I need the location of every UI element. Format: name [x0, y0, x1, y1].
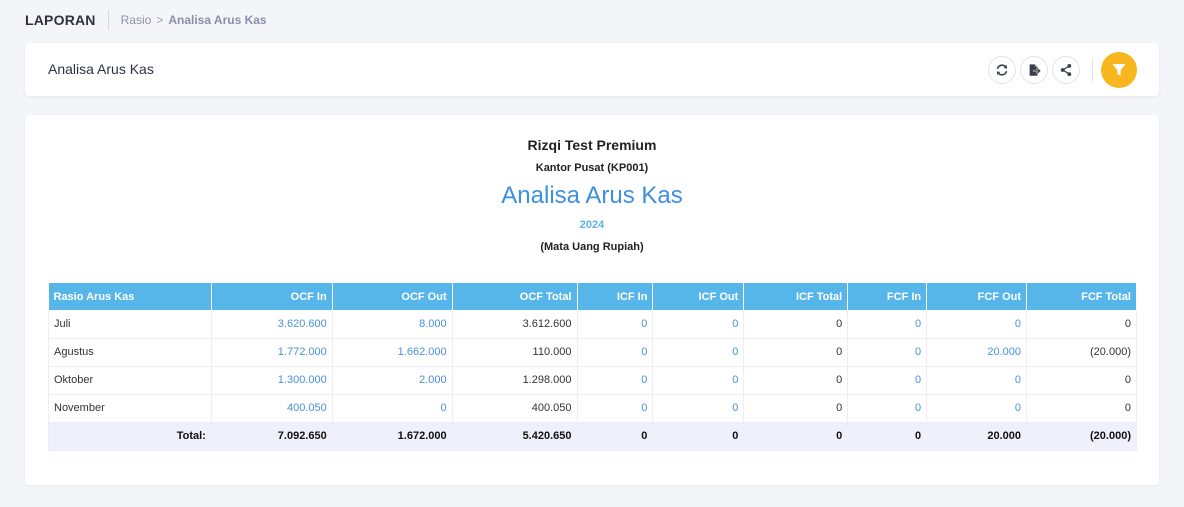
export-button[interactable] [1020, 56, 1048, 84]
report-title: Analisa Arus Kas [501, 182, 683, 209]
cell-link[interactable]: 3.620.600 [211, 310, 333, 339]
cell-link[interactable]: 0 [652, 394, 745, 423]
total-value: 0 [743, 422, 849, 451]
cell-link[interactable]: 0 [926, 394, 1028, 423]
table-row: Oktober 1.300.000 2.000 1.298.000 0 0 0 0 0 0 [48, 366, 1137, 395]
cell-value: 0 [1026, 310, 1137, 339]
column-header: ICF Out [652, 283, 745, 310]
header-card: Analisa Arus Kas [25, 43, 1159, 96]
cell-link[interactable]: 0 [926, 366, 1028, 395]
section-title: LAPORAN [25, 12, 96, 28]
cell-value: 3.612.600 [452, 310, 578, 339]
report-currency: (Mata Uang Rupiah) [540, 241, 644, 253]
cell-value: (20.000) [1026, 338, 1137, 367]
breadcrumb-separator: > [156, 13, 164, 27]
refresh-button[interactable] [988, 56, 1016, 84]
cell-link[interactable]: 0 [652, 366, 745, 395]
filter-icon [1112, 64, 1126, 76]
row-label: November [48, 394, 212, 423]
cell-link[interactable]: 1.300.000 [211, 366, 333, 395]
column-header: ICF Total [743, 283, 849, 310]
cell-link[interactable]: 1.662.000 [332, 338, 453, 367]
row-label: Agustus [48, 338, 212, 367]
total-label: Total: [48, 422, 212, 451]
page-title: Analisa Arus Kas [48, 61, 154, 77]
cell-link[interactable]: 0 [926, 310, 1028, 339]
column-header: FCF Total [1026, 283, 1137, 310]
column-header: FCF In [847, 283, 928, 310]
cell-link[interactable]: 0 [652, 310, 745, 339]
cell-value: 0 [743, 394, 849, 423]
cell-link[interactable]: 0 [332, 394, 453, 423]
cell-link[interactable]: 0 [847, 310, 928, 339]
topbar-divider [107, 10, 109, 30]
cell-link[interactable]: 0 [577, 366, 654, 395]
total-value: 0 [847, 422, 928, 451]
cell-link[interactable]: 8.000 [332, 310, 453, 339]
cell-value: 400.050 [452, 394, 578, 423]
total-value: 7.092.650 [211, 422, 333, 451]
total-value: 1.672.000 [332, 422, 453, 451]
total-value: 0 [577, 422, 654, 451]
column-header: FCF Out [926, 283, 1028, 310]
cell-link[interactable]: 2.000 [332, 366, 453, 395]
table-body: Juli 3.620.600 8.000 3.612.600 0 0 0 0 0 0 Agustus… [48, 310, 1137, 451]
cell-value: 1.298.000 [452, 366, 578, 395]
cell-link[interactable]: 400.050 [211, 394, 333, 423]
table-row: Agustus 1.772.000 1.662.000 110.000 0 0 0 0 20.0… [48, 338, 1137, 367]
cell-value: 0 [1026, 366, 1137, 395]
total-value: 0 [652, 422, 745, 451]
header-actions [984, 52, 1137, 88]
refresh-icon [996, 64, 1008, 76]
breadcrumb: Rasio > Analisa Arus Kas [121, 13, 267, 27]
column-header: OCF Total [452, 283, 578, 310]
column-header: OCF Out [332, 283, 453, 310]
actions-divider [1092, 58, 1093, 82]
cell-link[interactable]: 0 [847, 394, 928, 423]
table-row: Juli 3.620.600 8.000 3.612.600 0 0 0 0 0 0 [48, 310, 1137, 339]
cell-link[interactable]: 0 [652, 338, 745, 367]
cell-link[interactable]: 0 [577, 394, 654, 423]
table-header-row: Rasio Arus Kas OCF In OCF Out OCF Total ICF … [48, 283, 1137, 310]
report-card: Rizqi Test Premium Kantor Pusat (KP001) … [25, 115, 1159, 485]
total-row: Total: 7.092.650 1.672.000 5.420.650 0 0 0 0 20.… [48, 422, 1137, 451]
row-label: Oktober [48, 366, 212, 395]
row-label: Juli [48, 310, 212, 339]
share-icon [1060, 63, 1072, 77]
export-icon [1029, 64, 1041, 76]
cell-link[interactable]: 0 [577, 338, 654, 367]
report-year: 2024 [579, 219, 605, 231]
cell-value: 110.000 [452, 338, 578, 367]
share-button[interactable] [1052, 56, 1080, 84]
cell-link[interactable]: 20.000 [926, 338, 1028, 367]
cell-link[interactable]: 0 [847, 366, 928, 395]
cell-value: 0 [743, 338, 849, 367]
cell-value: 0 [743, 366, 849, 395]
company-name: Rizqi Test Premium [527, 137, 657, 153]
total-value: (20.000) [1026, 422, 1137, 451]
total-value: 20.000 [926, 422, 1028, 451]
cash-flow-table: Rasio Arus Kas OCF In OCF Out OCF Total ICF … [48, 283, 1137, 451]
column-header: ICF In [577, 283, 654, 310]
cell-link[interactable]: 0 [577, 310, 654, 339]
topbar: LAPORAN Rasio > Analisa Arus Kas [25, 10, 267, 30]
breadcrumb-parent[interactable]: Rasio [121, 13, 152, 27]
column-header: OCF In [211, 283, 333, 310]
branch-name: Kantor Pusat (KP001) [535, 162, 649, 174]
cell-link[interactable]: 0 [847, 338, 928, 367]
table-row: November 400.050 0 400.050 0 0 0 0 0 0 [48, 394, 1137, 423]
cell-link[interactable]: 1.772.000 [211, 338, 333, 367]
filter-button[interactable] [1101, 52, 1137, 88]
total-value: 5.420.650 [452, 422, 578, 451]
cell-value: 0 [743, 310, 849, 339]
cell-value: 0 [1026, 394, 1137, 423]
column-header: Rasio Arus Kas [48, 283, 212, 310]
breadcrumb-current: Analisa Arus Kas [168, 13, 267, 27]
